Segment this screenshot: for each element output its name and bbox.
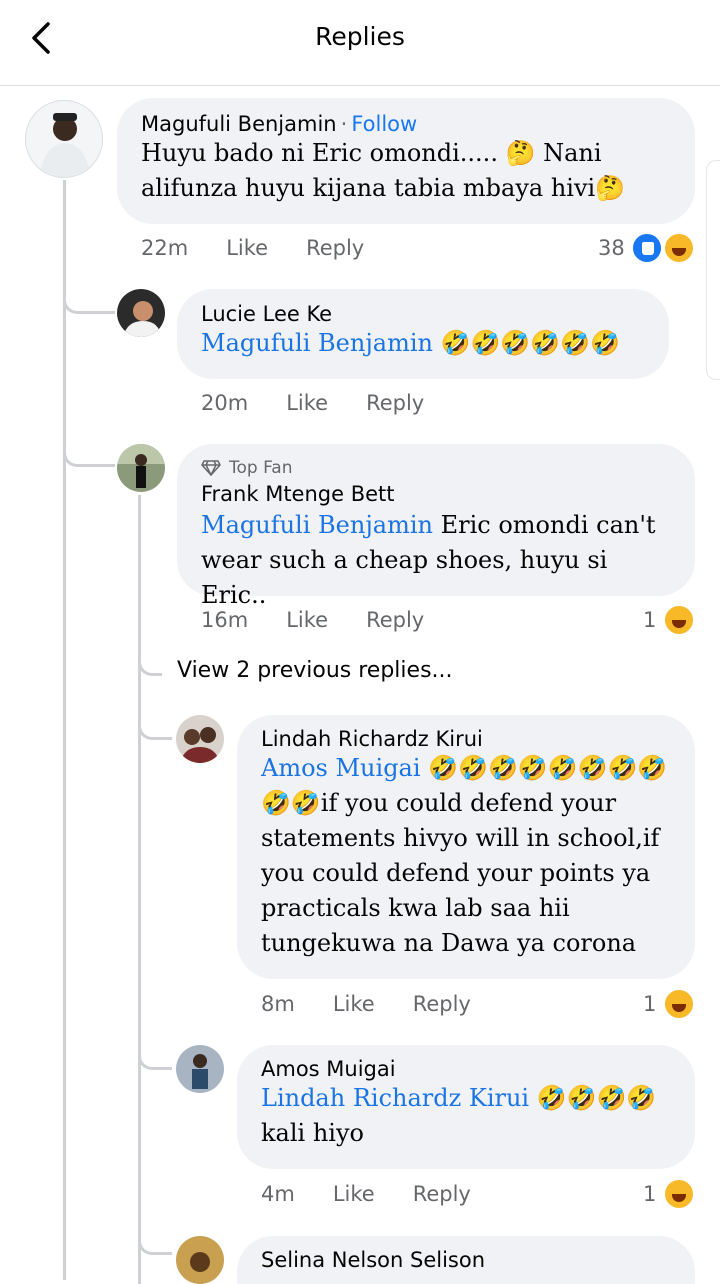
comment-text: 🤣🤣🤣🤣🤣🤣🤣🤣🤣🤣if you could defend your state… [261,754,668,957]
reaction-count[interactable]: 1 [643,992,656,1016]
like-reaction-icon [631,232,663,264]
thread-branch [138,1215,172,1255]
header-bar: Replies [0,0,720,86]
follow-button[interactable]: Follow [351,112,417,136]
like-button[interactable]: Like [286,391,328,415]
thread-branch [63,250,115,314]
thread-branch [138,1030,172,1070]
reaction-count[interactable]: 1 [643,608,656,632]
comment-actions: 4m Like Reply [261,1182,509,1206]
reaction-count[interactable]: 38 [598,236,625,260]
comment-author[interactable]: Lucie Lee Ke [201,302,645,326]
comment-author[interactable]: Frank Mtenge Bett [201,482,671,506]
comment-author[interactable]: Amos Muigai [261,1057,671,1081]
avatar[interactable] [117,444,165,492]
reaction-count[interactable]: 1 [643,1182,656,1206]
comment-time: 8m [261,992,295,1016]
thread-branch [138,700,172,740]
thread-branch [63,400,115,467]
diamond-icon [201,460,221,476]
mention-link[interactable]: Magufuli Benjamin [201,511,433,539]
comment-time: 4m [261,1182,295,1206]
comment-actions: 16m Like Reply [201,608,462,632]
haha-reaction-icon [663,232,695,264]
top-fan-label: Top Fan [229,458,293,478]
reply-button[interactable]: Reply [366,608,424,632]
comment-author[interactable]: Selina Nelson Selison [261,1248,671,1272]
comment-bubble[interactable]: Magufuli Benjamin · Follow Huyu bado ni Er… [117,98,695,224]
haha-reaction-icon [663,604,695,636]
comment-time: 22m [141,236,189,260]
like-button[interactable]: Like [226,236,268,260]
comment-bubble[interactable]: Top Fan Frank Mtenge Bett Magufuli Benja… [177,444,695,609]
avatar[interactable] [176,1236,224,1284]
comment-time: 16m [201,608,249,632]
reply-button[interactable]: Reply [413,1182,471,1206]
avatar[interactable] [117,289,165,337]
comment-author[interactable]: Magufuli Benjamin [141,112,337,136]
thread-branch [138,630,162,676]
comment-author[interactable]: Lindah Richardz Kirui [261,727,671,751]
comment-bubble[interactable]: Lucie Lee Ke Magufuli Benjamin 🤣🤣🤣🤣🤣🤣 [177,289,669,379]
reply-button[interactable]: Reply [306,236,364,260]
like-button[interactable]: Like [333,1182,375,1206]
view-previous-replies-link[interactable]: View 2 previous replies... [177,658,453,683]
like-button[interactable]: Like [333,992,375,1016]
comment-actions: 20m Like Reply [201,391,462,415]
comment-text: 🤣🤣🤣🤣🤣🤣 [440,329,620,357]
mention-link[interactable]: Magufuli Benjamin [201,329,433,357]
reply-button[interactable]: Reply [366,391,424,415]
comment-bubble[interactable]: Selina Nelson Selison [237,1236,695,1284]
comment-bubble[interactable]: Amos Muigai Lindah Richardz Kirui 🤣🤣🤣🤣 k… [237,1045,695,1169]
comment-actions: 22m Like Reply [141,236,402,260]
comment-actions: 8m Like Reply [261,992,509,1016]
haha-reaction-icon [663,988,695,1020]
comment-text: Huyu bado ni Eric omondi..... 🤔 Nani ali… [141,139,626,202]
scroll-edge [706,160,720,380]
haha-reaction-icon [663,1178,695,1210]
thread-line-sub [138,495,141,1284]
reply-button[interactable]: Reply [413,992,471,1016]
mention-link[interactable]: Amos Muigai [261,754,421,782]
page-title: Replies [315,22,405,51]
avatar[interactable] [176,715,224,763]
like-button[interactable]: Like [286,608,328,632]
avatar[interactable] [25,100,103,178]
avatar[interactable] [176,1045,224,1093]
mention-link[interactable]: Lindah Richardz Kirui [261,1084,529,1112]
top-fan-badge: Top Fan [201,458,671,478]
comment-time: 20m [201,391,249,415]
thread-line-main [63,180,66,1280]
comment-bubble[interactable]: Lindah Richardz Kirui Amos Muigai 🤣🤣🤣🤣🤣🤣… [237,715,695,979]
